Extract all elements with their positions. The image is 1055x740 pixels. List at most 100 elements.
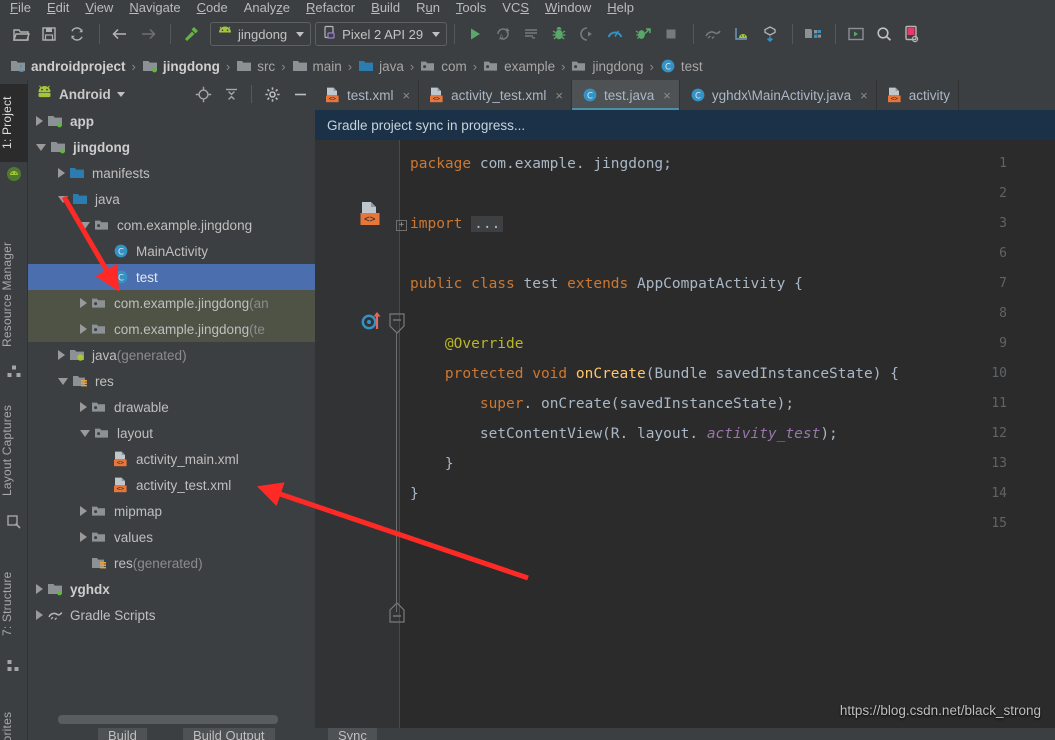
menu-view[interactable]: View [77,0,121,16]
search-icon[interactable] [871,21,897,47]
tree-node-yghdx[interactable]: yghdx [28,576,315,602]
collapse-all-icon[interactable] [220,83,242,105]
menu-refactor[interactable]: Refactor [298,0,363,16]
tree-node-test[interactable]: Ctest [28,264,315,290]
tree-node-layout[interactable]: layout [28,420,315,446]
close-icon[interactable]: × [663,88,671,103]
close-icon[interactable]: × [555,88,563,103]
project-structure-icon[interactable] [800,21,826,47]
menu-edit[interactable]: Edit [39,0,77,16]
tree-node-mainactivity[interactable]: C MainActivity [28,238,315,264]
override-method-gutter-icon[interactable] [361,309,389,336]
project-tree[interactable]: app jingdong manifests java com.example.jing… [28,108,315,718]
chevron-right-icon[interactable] [58,350,65,360]
breadcrumb-item-main[interactable]: main [292,58,342,74]
chevron-down-icon[interactable] [58,195,68,203]
chevron-down-icon[interactable] [58,377,68,385]
tree-node-java[interactable]: java (generated) [28,342,315,368]
tree-node-jingdong[interactable]: jingdong [28,134,315,160]
code-line-10[interactable]: protected void onCreate(Bundle savedInst… [410,366,899,382]
menu-file[interactable]: File [2,0,39,16]
tree-node-activity_main.xml[interactable]: <> activity_main.xml [28,446,315,472]
tree-node-res[interactable]: res (generated) [28,550,315,576]
tool-window-button-layout-captures[interactable]: Layout Captures [0,390,28,510]
editor-tab-activity_test.xml[interactable]: <> activity_test.xml × [419,80,572,110]
open-project-icon[interactable] [8,21,34,47]
chevron-right-icon[interactable] [36,116,43,126]
tree-node-mipmap[interactable]: mipmap [28,498,315,524]
menu-code[interactable]: Code [189,0,236,16]
menu-tools[interactable]: Tools [448,0,494,16]
breadcrumb-item-androidproject[interactable]: androidproject [10,58,126,74]
tool-window-build[interactable]: Build [98,728,147,740]
chevron-right-icon[interactable] [80,324,87,334]
build-hammer-icon[interactable] [178,21,204,47]
code-line-1[interactable]: package com.example. jingdong; [410,156,672,172]
code-line-9[interactable]: @Override [410,336,524,352]
navigate-back-icon[interactable] [107,21,133,47]
editor-gutter[interactable] [315,140,400,740]
tree-node-drawable[interactable]: drawable [28,394,315,420]
code-line-3[interactable]: + import ... [396,216,504,232]
run-with-coverage-icon[interactable] [630,21,656,47]
tree-node-com.example.jingdong[interactable]: com.example.jingdong (an [28,290,315,316]
menu-help[interactable]: Help [599,0,642,16]
editor-tab-yghdx-mainactivity.java[interactable]: Cyghdx\MainActivity.java × [680,80,877,110]
sdk-manager-icon[interactable] [757,21,783,47]
fold-collapse-line10-icon[interactable] [387,312,407,341]
tree-node-manifests[interactable]: manifests [28,160,315,186]
profiler-icon[interactable] [602,21,628,47]
sync-project-icon[interactable] [64,21,90,47]
chevron-right-icon[interactable] [80,532,87,542]
close-icon[interactable]: × [860,88,868,103]
menu-vcs[interactable]: VCS [494,0,537,16]
settings-gear-icon[interactable] [261,83,283,105]
code-line-14[interactable]: } [410,486,419,502]
layout-file-gutter-icon[interactable]: <> [359,201,383,232]
tree-node-com.example.jingdong[interactable]: com.example.jingdong (te [28,316,315,342]
editor-tab-test.java[interactable]: Ctest.java × [571,80,680,110]
tree-node-gradle-scripts[interactable]: Gradle Scripts [28,602,315,628]
chevron-down-icon[interactable] [116,91,125,97]
tree-node-values[interactable]: values [28,524,315,550]
menu-build[interactable]: Build [363,0,408,16]
breadcrumb-item-jingdong[interactable]: jingdong [142,58,220,74]
tool-window-button-project[interactable]: 1: Project [0,84,28,162]
code-line-12[interactable]: setContentView(R. layout. activity_test)… [410,426,838,442]
tree-node-res[interactable]: res [28,368,315,394]
chevron-right-icon[interactable] [80,506,87,516]
code-editor[interactable]: <> 1 2 3 6 7 8 9 10 11 12 13 14 15 package com.examp… [315,140,1055,740]
breadcrumb-item-src[interactable]: src [236,58,275,74]
chevron-right-icon[interactable] [80,402,87,412]
close-icon[interactable]: × [403,88,411,103]
menu-navigate[interactable]: Navigate [121,0,188,16]
fold-collapse-line13-icon[interactable] [387,600,407,629]
menu-window[interactable]: Window [537,0,599,16]
breadcrumb-item-test[interactable]: Ctest [660,58,703,74]
fold-expand-import-icon[interactable]: + [396,220,407,231]
tree-node-app[interactable]: app [28,108,315,134]
tree-node-java[interactable]: java [28,186,315,212]
tool-window-button-structure[interactable]: 7: Structure [0,554,28,654]
tool-window-build-output[interactable]: Build Output [183,728,275,740]
breadcrumb-item-jingdong[interactable]: jingdong [571,58,644,74]
layout-inspector-icon[interactable] [899,21,925,47]
menu-run[interactable]: Run [408,0,448,16]
debug-icon[interactable] [546,21,572,47]
editor-tab-activity[interactable]: <> activity [877,80,960,110]
device-selector[interactable]: Pixel 2 API 29 [315,22,448,46]
tool-window-button-favorites[interactable]: Favorites [0,698,28,740]
select-opened-file-icon[interactable] [192,83,214,105]
chevron-right-icon[interactable] [36,584,43,594]
tree-node-com.example.jingdong[interactable]: com.example.jingdong [28,212,315,238]
tree-node-activity_test.xml[interactable]: <> activity_test.xml [28,472,315,498]
chevron-right-icon[interactable] [36,610,43,620]
breadcrumb-item-example[interactable]: example [483,58,555,74]
run-icon[interactable] [462,21,488,47]
tool-window-button-resource-manager[interactable]: Resource Manager [0,228,28,360]
hide-panel-icon[interactable] [289,83,311,105]
tree-hscroll-thumb[interactable] [58,715,278,724]
chevron-down-icon[interactable] [80,429,90,437]
avd-manager-icon[interactable] [729,21,755,47]
code-line-7[interactable]: public class test extends AppCompatActiv… [410,276,803,292]
